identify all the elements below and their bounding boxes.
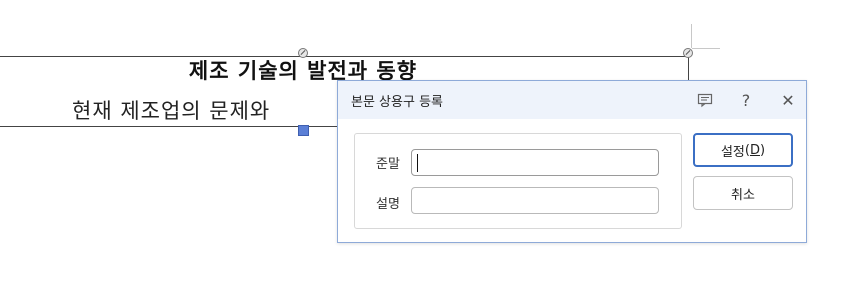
confirm-button[interactable]: 설정(D): [693, 133, 793, 167]
object-anchor-handle[interactable]: [683, 48, 693, 58]
dialog-title: 본문 상용구 등록: [351, 95, 443, 110]
dialog-titlebar[interactable]: 본문 상용구 등록 ? ✕: [338, 81, 806, 119]
abbreviation-input[interactable]: [411, 149, 659, 176]
snippet-fields-group: 준말 설명: [354, 133, 682, 229]
object-resize-handle[interactable]: [298, 125, 309, 136]
cancel-button[interactable]: 취소: [693, 176, 793, 210]
confirm-shortcut-key: D: [749, 142, 760, 158]
textbox-border-right: [688, 56, 689, 80]
page-corner-mark-horizontal: [692, 48, 720, 49]
description-input[interactable]: [411, 187, 659, 214]
description-label: 설명: [376, 197, 400, 212]
text-caret: [417, 154, 418, 172]
help-icon[interactable]: ?: [735, 89, 757, 111]
document-body-line: 현재 제조업의 문제와: [72, 99, 271, 123]
abbreviation-label: 준말: [376, 157, 400, 172]
close-icon[interactable]: ✕: [777, 89, 799, 111]
text-snippet-register-dialog: 본문 상용구 등록 ? ✕ 준말 설명 설정(D) 취소: [337, 80, 807, 243]
page-corner-mark-vertical: [691, 24, 692, 48]
comment-icon[interactable]: [694, 89, 716, 111]
cancel-button-label: 취소: [731, 187, 755, 203]
confirm-button-label: 설정: [720, 144, 745, 160]
